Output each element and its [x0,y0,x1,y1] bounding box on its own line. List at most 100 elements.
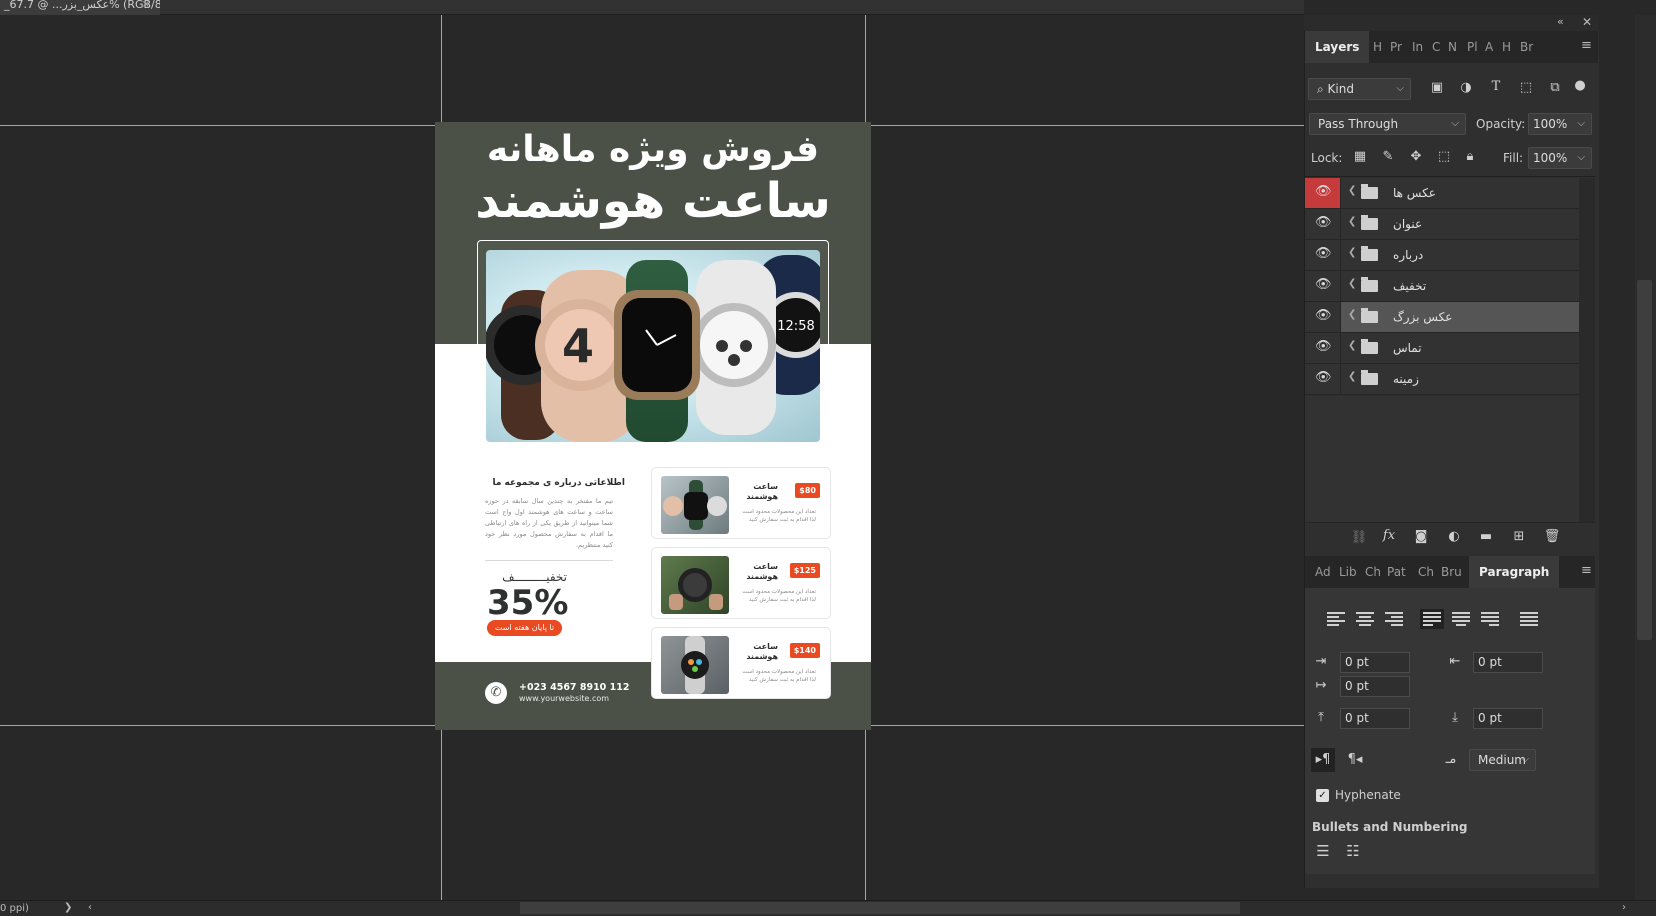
layers-scrollbar[interactable] [1579,178,1595,522]
tab-layers[interactable]: Layers [1305,31,1370,63]
tab-channels[interactable]: C [1432,31,1440,63]
ltr-paragraph-icon[interactable]: ▸¶ [1311,748,1335,772]
filter-kind-dropdown[interactable]: ⌕ Kind ⌵ [1308,78,1411,100]
lock-move-icon[interactable]: ✥ [1408,149,1424,164]
visibility-cell[interactable]: 👁︎ [1305,209,1341,239]
space-after-field[interactable]: 0 pt [1473,708,1543,729]
eye-icon[interactable]: 👁︎ [1315,339,1332,354]
visibility-cell[interactable]: 👁︎ [1305,271,1341,301]
mask-icon[interactable]: ◙ [1412,529,1430,544]
lock-artboard-icon[interactable]: ⬚ [1436,149,1452,164]
tab-libraries[interactable]: Lib [1339,556,1357,588]
tab-brushes[interactable]: Bru [1441,556,1462,588]
chevron-right-icon[interactable]: ❮ [1348,185,1356,196]
visibility-cell[interactable]: 👁︎ [1305,302,1341,332]
tab-adjustments[interactable]: Ad [1315,556,1331,588]
justify-last-right-icon[interactable] [1481,612,1499,626]
eye-icon[interactable]: 👁︎ [1315,370,1332,385]
collapse-panels-icon[interactable]: « [1557,15,1564,28]
canvas-artboard[interactable]: فروش ویژه ماهانه ساعت هوشمند 12:58 4 اطل… [435,122,871,730]
chevron-right-icon[interactable]: ❮ [1348,278,1356,289]
smart-object-filter-icon[interactable]: ⧉ [1546,80,1564,95]
filter-toggle-icon[interactable]: ● [1573,78,1587,93]
first-line-indent-field[interactable]: 0 pt [1340,676,1410,697]
tab-brushes[interactable]: Br [1520,31,1533,63]
justify-last-left-icon[interactable] [1420,609,1444,629]
lock-all-icon[interactable]: 🔒︎ [1462,149,1478,164]
bulleted-list-icon[interactable]: ☰ [1313,842,1333,860]
tab-actions[interactable]: A [1485,31,1493,63]
tab-navigator[interactable]: N [1448,31,1457,63]
tab-plugins[interactable]: Pl [1467,31,1478,63]
shape-filter-icon[interactable]: ⬚ [1517,80,1535,95]
lock-brush-icon[interactable]: ✎ [1380,149,1396,164]
align-right-icon[interactable] [1385,612,1403,626]
paragraph-panel-menu-icon[interactable]: ≡ [1581,563,1592,578]
layer-row[interactable]: 👁︎ ❮ تماس [1305,333,1579,364]
status-menu-arrow-icon[interactable]: ❯ [64,902,72,913]
visibility-cell[interactable]: 👁︎ [1305,364,1341,394]
eye-icon[interactable]: 👁︎ [1315,215,1332,230]
justify-last-center-icon[interactable] [1452,612,1470,626]
visibility-cell[interactable]: 👁︎ [1305,333,1341,363]
close-tab-icon[interactable]: × [142,0,150,10]
eye-icon[interactable]: 👁︎ [1315,184,1332,199]
chevron-right-icon[interactable]: ❮ [1348,371,1356,382]
layer-row[interactable]: 👁︎ ❮ عکس ها [1305,178,1579,209]
justify-all-icon[interactable] [1520,612,1538,626]
eye-icon[interactable]: 👁︎ [1315,308,1332,323]
layers-panel-menu-icon[interactable]: ≡ [1581,38,1592,53]
layers-list-empty-area[interactable] [1305,396,1579,522]
eye-icon[interactable]: 👁︎ [1315,277,1332,292]
chevron-right-icon[interactable]: ❮ [1348,216,1356,227]
layer-row[interactable]: 👁︎ ❮ عنوان [1305,209,1579,240]
group-folder-icon[interactable]: ▬ [1477,529,1495,544]
tab-properties[interactable]: Pr [1390,31,1402,63]
tab-character-styles[interactable]: Ch [1418,556,1434,588]
opacity-field[interactable]: 100% ⌵ [1528,113,1592,135]
chevron-right-icon[interactable]: ❮ [1348,247,1356,258]
folder-icon [1361,215,1378,230]
align-center-icon[interactable] [1356,612,1374,626]
layer-row[interactable]: 👁︎ ❮ زمینه [1305,364,1579,395]
visibility-cell[interactable]: 👁︎ [1305,240,1341,270]
layer-row-selected[interactable]: 👁︎ ❮ عکس بزرگ [1305,302,1579,333]
tab-character[interactable]: Ch [1365,556,1381,588]
link-icon[interactable]: ⛓ [1350,530,1368,545]
layer-row[interactable]: 👁︎ ❮ درباره [1305,240,1579,271]
trash-icon[interactable]: 🗑︎ [1543,529,1561,544]
adjustment-filter-icon[interactable]: ◑ [1457,80,1475,95]
chevron-right-icon[interactable]: ❮ [1348,340,1356,351]
eye-icon[interactable]: 👁︎ [1315,246,1332,261]
chevron-right-icon[interactable]: ❮ [1348,309,1356,320]
scroll-right-icon[interactable]: › [1622,902,1626,913]
layer-row[interactable]: 👁︎ ❮ تخفیف [1305,271,1579,302]
tab-histogram[interactable]: H [1502,31,1511,63]
fill-field[interactable]: 100% ⌵ [1528,147,1592,169]
type-filter-icon[interactable]: T [1487,79,1505,94]
scrollbar-thumb[interactable] [1637,280,1652,640]
numbered-list-icon[interactable]: ☷ [1343,842,1363,860]
tab-paragraph[interactable]: Paragraph [1469,556,1560,588]
image-filter-icon[interactable]: ▣ [1428,80,1446,95]
rtl-paragraph-icon[interactable]: ¶◂ [1343,748,1367,772]
hyphenate-checkbox[interactable]: ✓ [1316,789,1329,802]
fx-icon[interactable]: fx [1378,528,1400,543]
scroll-left-icon[interactable]: ‹ [88,902,92,913]
horizontal-scrollbar-thumb[interactable] [520,902,1240,914]
indent-left-field[interactable]: 0 pt [1340,652,1410,673]
tab-patterns[interactable]: Pat [1387,556,1406,588]
align-left-icon[interactable] [1327,612,1345,626]
tab-info[interactable]: In [1412,31,1423,63]
document-tab[interactable]: _عکس_بزر... @ 67.7% (RGB/8) × [0,0,160,15]
lock-transparent-icon[interactable]: ▦ [1352,149,1368,164]
close-panels-icon[interactable]: ✕ [1582,15,1592,29]
blend-mode-dropdown[interactable]: Pass Through ⌵ [1309,113,1466,135]
adjustment-icon[interactable]: ◐ [1445,529,1463,544]
tab-history[interactable]: H [1373,31,1382,63]
indent-right-field[interactable]: 0 pt [1473,652,1543,673]
new-layer-icon[interactable]: ⊞ [1510,529,1528,544]
justification-dropdown[interactable]: Medium ⌵ [1469,749,1536,771]
space-before-field[interactable]: 0 pt [1340,708,1410,729]
visibility-cell[interactable]: 👁︎ [1305,178,1341,208]
